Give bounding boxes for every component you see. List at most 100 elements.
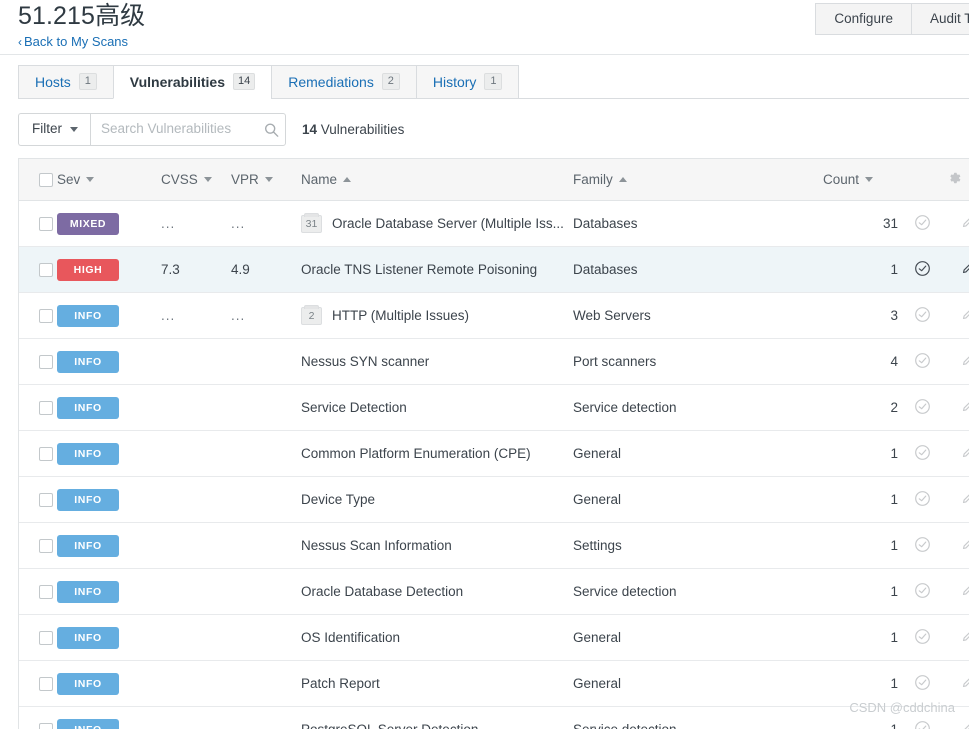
count-cell: 1	[823, 614, 898, 661]
table-row[interactable]: MIXED...... 31 Oracle Database Server (Mul…	[19, 200, 969, 247]
table-row[interactable]: INFO Service Detection Service detection 2	[19, 384, 969, 431]
edit-action-cell	[946, 430, 969, 477]
pencil-icon[interactable]	[960, 218, 969, 233]
configure-button[interactable]: Configure	[815, 3, 911, 35]
severity-cell: INFO	[57, 660, 161, 707]
group-count-badge: 31	[301, 212, 322, 233]
disable-action-cell	[898, 292, 946, 339]
row-checkbox[interactable]	[39, 677, 53, 692]
pencil-icon[interactable]	[960, 494, 969, 509]
row-checkbox[interactable]	[39, 585, 53, 600]
circle-check-icon[interactable]	[914, 628, 931, 648]
table-row[interactable]: INFO Patch Report General 1	[19, 660, 969, 707]
name-cell[interactable]: Patch Report	[301, 660, 573, 707]
column-header-settings	[946, 159, 969, 201]
count-cell: 2	[823, 384, 898, 431]
search-input[interactable]	[90, 113, 286, 146]
table-row[interactable]: INFO Oracle Database Detection Service det…	[19, 568, 969, 615]
search-icon[interactable]	[264, 122, 279, 137]
pencil-icon[interactable]	[960, 632, 969, 647]
pencil-icon[interactable]	[960, 586, 969, 601]
circle-check-icon[interactable]	[914, 352, 931, 372]
column-header-cvss-label: CVSS	[161, 172, 198, 187]
row-checkbox[interactable]	[39, 447, 53, 462]
status-badge: INFO	[57, 580, 119, 603]
search-wrapper	[90, 113, 286, 146]
row-checkbox[interactable]	[39, 401, 53, 416]
sort-name-control[interactable]: Name	[301, 172, 352, 187]
pencil-icon[interactable]	[960, 540, 969, 555]
pencil-icon[interactable]	[960, 402, 969, 417]
status-badge: INFO	[57, 718, 119, 729]
name-cell[interactable]: Oracle TNS Listener Remote Poisoning	[301, 246, 573, 293]
circle-check-icon[interactable]	[914, 720, 931, 729]
name-cell[interactable]: Service Detection	[301, 384, 573, 431]
name-cell[interactable]: Common Platform Enumeration (CPE)	[301, 430, 573, 477]
circle-check-icon[interactable]	[914, 490, 931, 510]
pencil-icon[interactable]	[960, 356, 969, 371]
severity-cell: INFO	[57, 706, 161, 729]
name-cell[interactable]: Nessus Scan Information	[301, 522, 573, 569]
sort-vpr-control[interactable]: VPR	[231, 172, 273, 187]
circle-check-icon[interactable]	[914, 214, 931, 234]
name-cell[interactable]: OS Identification	[301, 614, 573, 661]
row-checkbox[interactable]	[39, 539, 53, 554]
group-count-badge: 2	[301, 304, 322, 325]
tab-vulnerabilities[interactable]: Vulnerabilities 14	[112, 65, 273, 99]
table-row[interactable]: INFO...... 2 HTTP (Multiple Issues) Web Ser…	[19, 292, 969, 339]
pencil-icon[interactable]	[960, 724, 969, 729]
circle-check-icon[interactable]	[914, 398, 931, 418]
row-checkbox[interactable]	[39, 217, 53, 232]
pencil-icon[interactable]	[960, 448, 969, 463]
row-checkbox[interactable]	[39, 493, 53, 508]
row-checkbox[interactable]	[39, 263, 53, 278]
table-row[interactable]: HIGH 7.3 4.9 Oracle TNS Listener Remote Poi…	[19, 246, 969, 293]
pencil-icon[interactable]	[960, 310, 969, 325]
table-row[interactable]: INFO Nessus SYN scanner Port scanners 4	[19, 338, 969, 385]
circle-check-icon[interactable]	[914, 306, 931, 326]
table-row[interactable]: INFO OS Identification General 1	[19, 614, 969, 661]
family-cell: General	[573, 660, 823, 707]
pencil-icon[interactable]	[960, 264, 969, 279]
edit-action-cell	[946, 614, 969, 661]
tab-history-count: 1	[484, 73, 503, 90]
tab-history[interactable]: History 1	[415, 65, 520, 99]
pencil-icon[interactable]	[960, 678, 969, 693]
tab-remediations[interactable]: Remediations 2	[271, 65, 417, 99]
audit-trail-button[interactable]: Audit Trail	[910, 3, 969, 35]
circle-check-icon[interactable]	[914, 536, 931, 556]
filter-dropdown-button[interactable]: Filter	[18, 113, 90, 146]
row-checkbox[interactable]	[39, 723, 53, 729]
name-cell[interactable]: PostgreSQL Server Detection	[301, 706, 573, 729]
circle-check-icon[interactable]	[914, 674, 931, 694]
row-checkbox[interactable]	[39, 631, 53, 646]
name-cell[interactable]: Device Type	[301, 476, 573, 523]
status-badge: INFO	[57, 488, 119, 511]
back-to-my-scans-link[interactable]: ‹ Back to My Scans	[18, 34, 128, 49]
name-cell[interactable]: Oracle Database Detection	[301, 568, 573, 615]
table-row[interactable]: INFO Nessus Scan Information Settings 1	[19, 522, 969, 569]
name-cell[interactable]: 2 HTTP (Multiple Issues)	[301, 292, 573, 339]
sort-family-control[interactable]: Family	[573, 172, 627, 187]
status-badge: INFO	[57, 672, 119, 695]
row-checkbox[interactable]	[39, 355, 53, 370]
count-cell: 31	[823, 200, 898, 247]
table-row[interactable]: INFO Common Platform Enumeration (CPE) Gen…	[19, 430, 969, 477]
edit-action-cell	[946, 384, 969, 431]
name-cell[interactable]: 31 Oracle Database Server (Multiple Iss..…	[301, 200, 573, 247]
circle-check-icon[interactable]	[914, 444, 931, 464]
circle-check-icon[interactable]	[914, 582, 931, 602]
name-cell[interactable]: Nessus SYN scanner	[301, 338, 573, 385]
sort-cvss-control[interactable]: CVSS	[161, 172, 212, 187]
cvss-cell: 7.3	[161, 246, 231, 293]
row-checkbox[interactable]	[39, 309, 53, 324]
tab-hosts[interactable]: Hosts 1	[18, 65, 114, 99]
gear-icon[interactable]	[946, 172, 962, 189]
circle-check-icon[interactable]	[914, 260, 931, 280]
sort-count-control[interactable]: Count	[823, 172, 874, 187]
sort-sev-control[interactable]: Sev	[57, 172, 95, 187]
table-row[interactable]: INFO Device Type General 1	[19, 476, 969, 523]
table-row[interactable]: INFO PostgreSQL Server Detection Service d…	[19, 706, 969, 729]
disable-action-cell	[898, 568, 946, 615]
select-all-checkbox[interactable]	[39, 173, 53, 188]
